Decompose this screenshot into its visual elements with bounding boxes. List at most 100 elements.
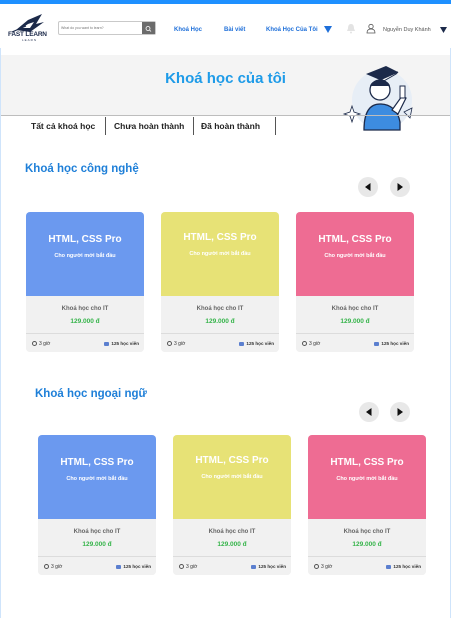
course-title: HTML, CSS Pro bbox=[48, 234, 122, 245]
course-hours-text: 3 giờ bbox=[174, 341, 186, 347]
course-meta: 3 giờ 125 học viên bbox=[38, 556, 156, 575]
nav-courses[interactable]: Khoá Học bbox=[174, 27, 202, 33]
student-illustration bbox=[342, 66, 413, 131]
course-card[interactable]: HTML, CSS Pro Cho người mới bắt đầu Khoá… bbox=[38, 435, 156, 575]
people-icon bbox=[386, 564, 392, 569]
logo-text: FAST LEARN bbox=[8, 31, 47, 38]
bell-icon[interactable] bbox=[346, 23, 356, 34]
tab-all-courses[interactable]: Tất cả khoá học bbox=[31, 117, 95, 135]
search-box bbox=[58, 21, 156, 35]
nav-articles[interactable]: Bài viết bbox=[224, 27, 245, 33]
course-students-text: 125 học viên bbox=[246, 341, 274, 346]
course-hours: 3 giờ bbox=[314, 564, 332, 570]
prev-button[interactable] bbox=[358, 177, 378, 197]
prev-button[interactable] bbox=[359, 402, 379, 422]
clock-icon bbox=[302, 341, 307, 346]
clock-icon bbox=[32, 341, 37, 346]
logo-subtext: LEARN bbox=[22, 38, 38, 42]
course-students-text: 125 học viên bbox=[381, 341, 409, 346]
course-students: 125 học viên bbox=[104, 341, 139, 346]
course-subtitle: Cho người mới bắt đầu bbox=[201, 474, 263, 480]
course-students-text: 125 học viên bbox=[393, 564, 421, 569]
tab-separator bbox=[105, 117, 106, 135]
course-students-text: 125 học viên bbox=[111, 341, 139, 346]
course-subtitle: Cho người mới bắt đầu bbox=[189, 251, 251, 257]
next-button[interactable] bbox=[390, 177, 410, 197]
clock-icon bbox=[44, 564, 49, 569]
course-meta: 3 giờ 125 học viên bbox=[173, 556, 291, 575]
section-title-tech: Khoá học công nghệ bbox=[25, 163, 139, 175]
course-price: 129.000 đ bbox=[205, 318, 235, 325]
page-edge-left bbox=[0, 48, 1, 618]
course-students-text: 125 học viên bbox=[258, 564, 286, 569]
course-hours: 3 giờ bbox=[179, 564, 197, 570]
course-price: 129.000 đ bbox=[352, 541, 382, 548]
course-hours: 3 giờ bbox=[44, 564, 62, 570]
course-hours-text: 3 giờ bbox=[309, 341, 321, 347]
search-button[interactable] bbox=[142, 22, 155, 34]
course-card[interactable]: HTML, CSS Pro Cho người mới bắt đầu Khoá… bbox=[173, 435, 291, 575]
course-card[interactable]: HTML, CSS Pro Cho người mới bắt đầu Khoá… bbox=[161, 212, 279, 352]
people-icon bbox=[116, 564, 122, 569]
course-card[interactable]: HTML, CSS Pro Cho người mới bắt đầu Khoá… bbox=[296, 212, 414, 352]
course-meta: 3 giờ 125 học viên bbox=[26, 333, 144, 352]
course-category: Khoá học cho IT bbox=[331, 306, 379, 312]
next-button[interactable] bbox=[390, 402, 410, 422]
course-meta: 3 giờ 125 học viên bbox=[161, 333, 279, 352]
course-card[interactable]: HTML, CSS Pro Cho người mới bắt đầu Khoá… bbox=[26, 212, 144, 352]
course-hours-text: 3 giờ bbox=[51, 564, 63, 570]
people-icon bbox=[239, 341, 245, 346]
search-icon bbox=[145, 26, 152, 32]
people-icon bbox=[104, 341, 110, 346]
course-card[interactable]: HTML, CSS Pro Cho người mới bắt đầu Khoá… bbox=[308, 435, 426, 575]
tab-completed[interactable]: Đã hoàn thành bbox=[201, 117, 260, 135]
course-subtitle: Cho người mới bắt đầu bbox=[336, 476, 398, 482]
people-icon bbox=[374, 341, 380, 346]
course-students: 125 học viên bbox=[386, 564, 421, 569]
course-hours: 3 giờ bbox=[302, 341, 320, 347]
course-price: 129.000 đ bbox=[82, 541, 112, 548]
header: FAST LEARN LEARN Khoá Học Bài viết Khoá … bbox=[0, 4, 451, 48]
course-subtitle: Cho người mới bắt đầu bbox=[324, 253, 386, 259]
course-category: Khoá học cho IT bbox=[343, 529, 391, 535]
clock-icon bbox=[179, 564, 184, 569]
course-students: 125 học viên bbox=[374, 341, 409, 346]
clock-icon bbox=[314, 564, 319, 569]
course-hours-text: 3 giờ bbox=[186, 564, 198, 570]
course-category: Khoá học cho IT bbox=[61, 306, 109, 312]
tab-incomplete[interactable]: Chưa hoàn thành bbox=[114, 117, 184, 135]
course-hours: 3 giờ bbox=[167, 341, 185, 347]
chevron-down-icon[interactable] bbox=[440, 27, 447, 33]
nav-my-courses[interactable]: Khoá Học Của Tôi bbox=[266, 27, 318, 33]
user-icon[interactable] bbox=[366, 23, 376, 34]
course-price: 129.000 đ bbox=[70, 318, 100, 325]
course-meta: 3 giờ 125 học viên bbox=[308, 556, 426, 575]
tabs-divider bbox=[1, 115, 450, 116]
course-meta: 3 giờ 125 học viên bbox=[296, 333, 414, 352]
course-price: 129.000 đ bbox=[217, 541, 247, 548]
course-title: HTML, CSS Pro bbox=[183, 232, 257, 243]
course-category: Khoá học cho IT bbox=[208, 529, 256, 535]
arrow-left-icon bbox=[366, 408, 372, 416]
course-students: 125 học viên bbox=[116, 564, 151, 569]
course-title: HTML, CSS Pro bbox=[195, 455, 269, 466]
tab-separator bbox=[275, 117, 276, 135]
course-category: Khoá học cho IT bbox=[196, 306, 244, 312]
arrow-right-icon bbox=[397, 183, 403, 191]
people-icon bbox=[251, 564, 257, 569]
search-input[interactable] bbox=[61, 23, 141, 33]
course-title: HTML, CSS Pro bbox=[330, 457, 404, 468]
course-students: 125 học viên bbox=[251, 564, 286, 569]
course-hours-text: 3 giờ bbox=[39, 341, 51, 347]
course-category: Khoá học cho IT bbox=[73, 529, 121, 535]
chevron-down-icon[interactable] bbox=[324, 26, 332, 33]
user-name[interactable]: Nguyễn Duy Khánh bbox=[383, 27, 431, 33]
course-subtitle: Cho người mới bắt đầu bbox=[66, 476, 128, 482]
course-hours: 3 giờ bbox=[32, 341, 50, 347]
course-students-text: 125 học viên bbox=[123, 564, 151, 569]
course-students: 125 học viên bbox=[239, 341, 274, 346]
course-hours-text: 3 giờ bbox=[321, 564, 333, 570]
course-subtitle: Cho người mới bắt đầu bbox=[54, 253, 116, 259]
arrow-right-icon bbox=[397, 408, 403, 416]
course-price: 129.000 đ bbox=[340, 318, 370, 325]
